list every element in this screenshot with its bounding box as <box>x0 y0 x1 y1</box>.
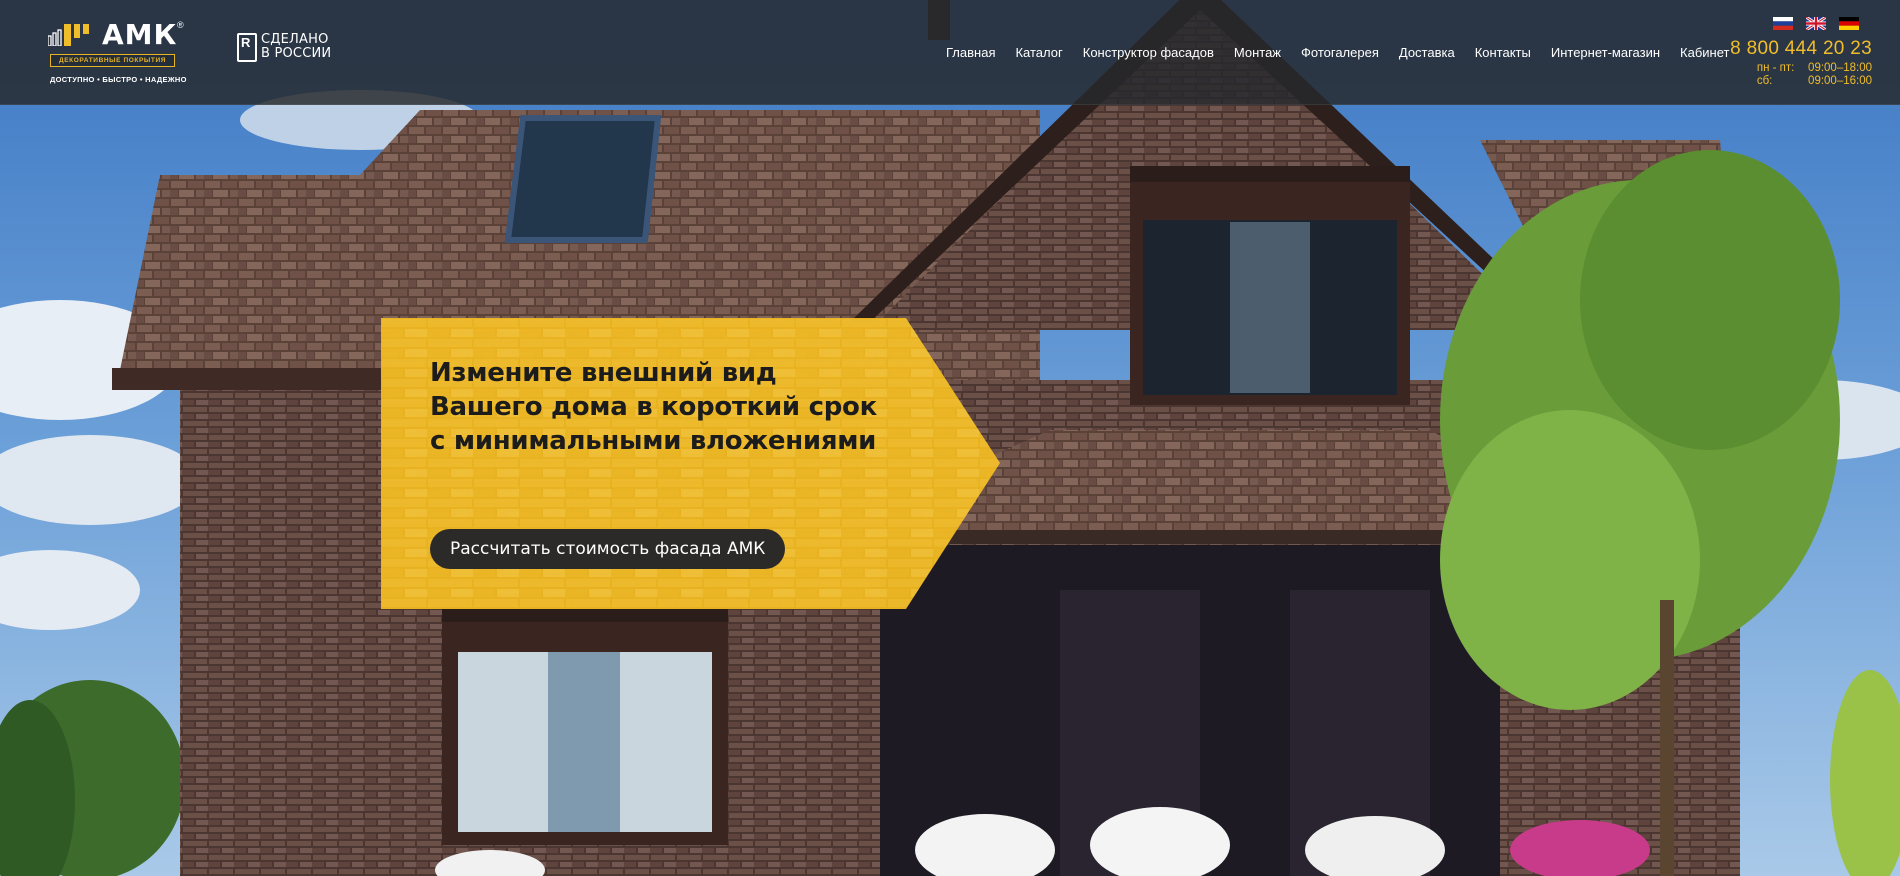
hours-days: сб: <box>1756 75 1773 87</box>
de-flag-icon[interactable] <box>1839 17 1859 30</box>
site-logo[interactable]: АМК ® ДЕКОРАТИВНЫЕ ПОКРЫТИЯ ДОСТУПНО • Б… <box>48 18 188 86</box>
hours-time: 09:00–16:00 <box>1808 75 1872 87</box>
nav-item-gallery[interactable]: Фотогалерея <box>1301 45 1379 60</box>
made-in-russia-icon: R <box>237 33 257 62</box>
calculate-facade-cost-button[interactable]: Рассчитать стоимость фасада АМК <box>430 529 786 569</box>
main-nav: Главная Каталог Конструктор фасадов Монт… <box>946 43 1729 61</box>
ru-flag-icon[interactable] <box>1773 17 1793 30</box>
logo-wordmark: АМК <box>102 18 178 51</box>
nav-item-facade-builder[interactable]: Конструктор фасадов <box>1083 45 1214 60</box>
hours-time: 09:00–18:00 <box>1808 62 1872 74</box>
hours-row: пн - пт: 09:00–18:00 <box>1730 62 1872 75</box>
nav-item-contacts[interactable]: Контакты <box>1475 45 1531 60</box>
made-in-line2: В РОССИИ <box>261 46 332 61</box>
nav-item-delivery[interactable]: Доставка <box>1399 45 1455 60</box>
nav-item-account[interactable]: Кабинет <box>1680 45 1729 60</box>
nav-item-home[interactable]: Главная <box>946 45 995 60</box>
hero-title: Измените внешний вид Вашего дома в корот… <box>430 358 877 456</box>
registered-mark: ® <box>177 20 184 30</box>
nav-item-shop[interactable]: Интернет-магазин <box>1551 45 1660 60</box>
language-switcher <box>1773 17 1859 30</box>
site-header: АМК ® ДЕКОРАТИВНЫЕ ПОКРЫТИЯ ДОСТУПНО • Б… <box>0 0 1900 105</box>
hours-days: пн - пт: <box>1756 62 1795 74</box>
made-in-russia-badge: R СДЕЛАНО В РОССИИ <box>237 31 347 65</box>
working-hours: пн - пт: 09:00–18:00 сб: 09:00–16:00 <box>1730 62 1872 88</box>
logo-tagline: ДОСТУПНО • БЫСТРО • НАДЕЖНО <box>50 75 187 84</box>
phone-link[interactable]: 8 800 444 20 23 <box>1730 38 1872 60</box>
header-contacts: 8 800 444 20 23 пн - пт: 09:00–18:00 сб:… <box>1730 38 1872 88</box>
logo-subtitle: ДЕКОРАТИВНЫЕ ПОКРЫТИЯ <box>50 54 175 67</box>
logo-bars-icon <box>48 24 89 46</box>
hero-banner: Измените внешний вид Вашего дома в корот… <box>381 318 1001 609</box>
nav-item-installation[interactable]: Монтаж <box>1234 45 1281 60</box>
hours-row: сб: 09:00–16:00 <box>1730 75 1872 88</box>
made-in-line1: СДЕЛАНО <box>261 32 329 47</box>
nav-item-catalog[interactable]: Каталог <box>1015 45 1062 60</box>
uk-flag-icon[interactable] <box>1806 17 1826 30</box>
